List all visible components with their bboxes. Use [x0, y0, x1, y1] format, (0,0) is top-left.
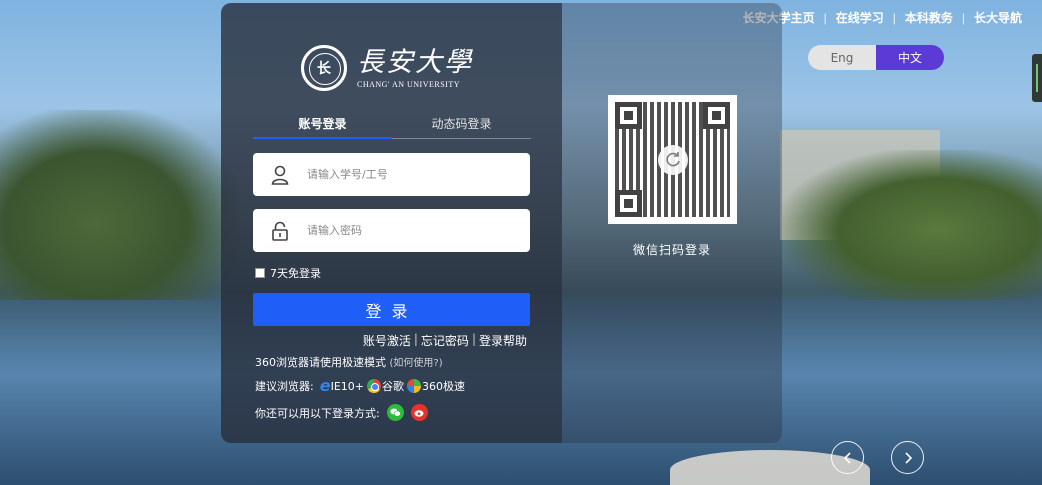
- user-icon: [253, 165, 307, 185]
- tab-account-login[interactable]: 账号登录: [253, 115, 392, 139]
- password-input[interactable]: [307, 224, 507, 237]
- qr-login-label: 微信扫码登录: [632, 243, 711, 257]
- ie-label: IE10+: [330, 379, 364, 393]
- nav-separator: |: [892, 10, 896, 25]
- language-switch: Eng 中文: [808, 45, 944, 70]
- nav-separator: |: [961, 10, 965, 25]
- lock-icon: [253, 221, 307, 241]
- other-login-methods: 你还可以用以下登录方式:: [255, 404, 428, 421]
- side-drawer-handle[interactable]: [1032, 54, 1042, 102]
- password-field[interactable]: [253, 209, 530, 252]
- background-trees-right: [782, 150, 1042, 310]
- login-panel: 长 長安大學 CHANG' AN UNIVERSITY 账号登录 动态码登录 请…: [221, 3, 782, 443]
- refresh-icon[interactable]: [658, 145, 688, 175]
- login-help-link[interactable]: 登录帮助: [479, 332, 527, 349]
- university-seal-icon: 长: [301, 45, 347, 91]
- account-links: 账号激活 | 忘记密码 | 登录帮助: [362, 332, 527, 349]
- chrome-label: 谷歌: [382, 380, 404, 393]
- recommended-browsers: 建议浏览器: e IE10+ 谷歌 360极速: [255, 378, 465, 394]
- browser-mode-hint: 360浏览器请使用极速模式 (如何使用?): [255, 354, 443, 370]
- chevron-left-icon: [843, 451, 851, 464]
- weibo-icon[interactable]: [410, 404, 428, 421]
- university-name-en: CHANG' AN UNIVERSITY: [357, 79, 460, 89]
- nav-link-academic-affairs[interactable]: 本科教务: [905, 9, 953, 26]
- how-to-use-link[interactable]: (如何使用?): [390, 358, 443, 369]
- browsers-label: 建议浏览器:: [255, 380, 314, 393]
- login-button[interactable]: 登录: [253, 293, 530, 326]
- carousel-next-button[interactable]: [891, 441, 924, 474]
- hint-text: 360浏览器请使用极速模式: [255, 356, 386, 369]
- remember-label: 7天免登录: [270, 267, 321, 280]
- username-field[interactable]: [253, 153, 530, 196]
- nav-separator: |: [823, 10, 827, 25]
- other-login-label: 你还可以用以下登录方式:: [255, 406, 380, 420]
- background-trees-left: [0, 110, 240, 300]
- tab-dynamic-code-login[interactable]: 动态码登录: [392, 115, 531, 138]
- qr-login-section: 微信扫码登录: [562, 3, 782, 443]
- activate-account-link[interactable]: 账号激活: [363, 332, 411, 349]
- forgot-password-link[interactable]: 忘记密码: [421, 332, 469, 349]
- remember-checkbox[interactable]: [255, 268, 265, 278]
- remember-login[interactable]: 7天免登录: [255, 265, 321, 281]
- wechat-icon[interactable]: [386, 404, 404, 421]
- 360-label: 360极速: [422, 380, 465, 393]
- language-english-button[interactable]: Eng: [808, 45, 876, 70]
- chrome-icon: [367, 379, 381, 393]
- chevron-right-icon: [904, 451, 912, 464]
- university-logo: 长 長安大學 CHANG' AN UNIVERSITY: [301, 45, 473, 91]
- ie-icon: e: [319, 376, 331, 395]
- nav-link-online-learning[interactable]: 在线学习: [836, 9, 884, 26]
- 360-icon: [407, 379, 421, 393]
- nav-link-navigation[interactable]: 长大导航: [974, 9, 1022, 26]
- language-chinese-button[interactable]: 中文: [876, 45, 944, 70]
- login-form-section: 长 長安大學 CHANG' AN UNIVERSITY 账号登录 动态码登录 请…: [221, 3, 562, 443]
- login-tabs: 账号登录 动态码登录: [253, 115, 531, 139]
- wechat-qr-code[interactable]: [608, 95, 737, 224]
- username-input[interactable]: [307, 168, 507, 181]
- university-name-cn: 長安大學: [357, 46, 473, 78]
- seal-character: 长: [317, 61, 331, 77]
- carousel-prev-button[interactable]: [831, 441, 864, 474]
- top-navigation: 长安大学主页 | 在线学习 | 本科教务 | 长大导航: [743, 9, 1022, 26]
